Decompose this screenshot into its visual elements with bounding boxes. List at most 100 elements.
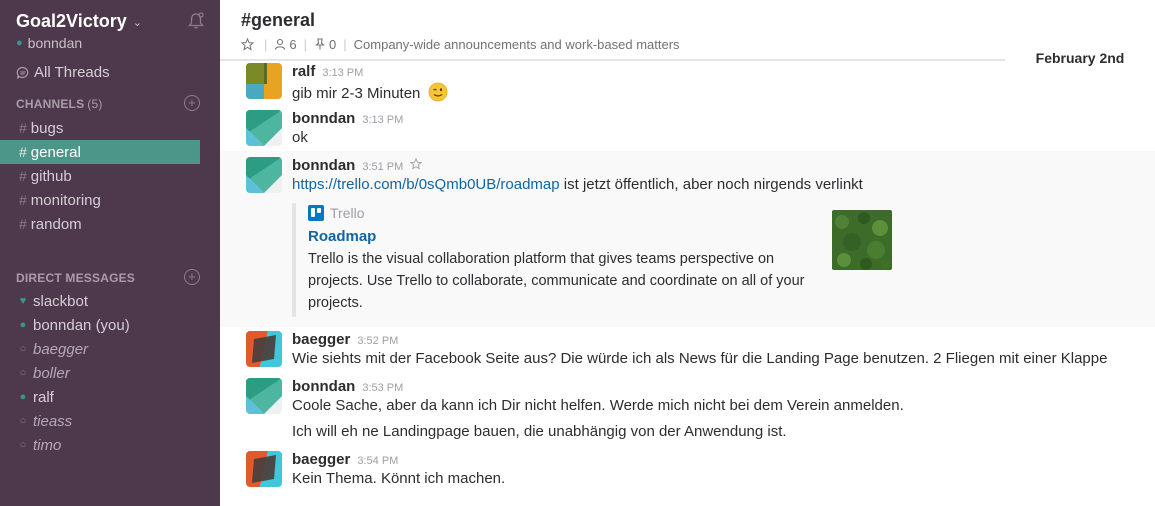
channels-count: (5) [87,97,103,111]
message-timestamp[interactable]: 3:13 PM [362,114,403,126]
avatar-ralf[interactable] [246,63,282,99]
message: ralf 3:13 PM gib mir 2-3 Minuten [220,61,1155,108]
message-header: baegger 3:54 PM [292,451,398,468]
presence-away-icon: ○ [19,415,27,427]
sidebar-item-monitoring[interactable]: # monitoring [0,188,200,212]
message-author[interactable]: baegger [292,451,350,468]
sidebar-item-github[interactable]: # github [0,164,200,188]
message-continuation: Ich will eh ne Landingpage bauen, die un… [220,421,1155,447]
team-name: Goal2Victory [16,10,127,31]
dm-heading-label: DIRECT MESSAGES [16,271,136,285]
sidebar-item-ralf[interactable]: ● ralf [0,385,200,409]
member-icon [275,38,286,50]
divider: | [343,36,347,52]
message-timestamp[interactable]: 3:52 PM [357,335,398,347]
sidebar: Goal2Victory ⌄ ● bonndan All Threads CHA… [0,0,220,506]
channel-title[interactable]: #general [241,10,315,31]
dm-list: ♥ slackbot ● bonndan (you) ○ baegger ○ b… [0,289,200,457]
direct-messages-heading[interactable]: DIRECT MESSAGES + [16,269,200,287]
divider: | [303,36,308,52]
hash-icon: # [19,192,27,208]
message-author[interactable]: bonndan [292,378,355,395]
chevron-down-icon: ⌄ [132,17,142,29]
sidebar-item-general[interactable]: # general [0,140,200,164]
message-text: Wie siehts mit der Facebook Seite aus? D… [292,350,1108,367]
attachment-description: Trello is the visual collaboration platf… [308,251,805,311]
presence-online-icon: ● [16,37,23,49]
message-text: gib mir 2-3 Minuten [292,82,448,102]
pinned-count: 0 [329,36,337,52]
pinned-count-button[interactable]: 0 [314,37,336,52]
attachment-service: Trello [330,205,365,221]
avatar-bonndan[interactable] [246,157,282,193]
sidebar-item-timo[interactable]: ○ timo [0,433,200,457]
sidebar-item-bonndan[interactable]: ● bonndan (you) [0,313,200,337]
all-threads-label: All Threads [34,64,110,81]
add-dm-icon[interactable]: + [184,269,200,285]
message-author[interactable]: ralf [292,63,315,80]
star-icon[interactable] [241,37,254,51]
heart-icon: ♥ [19,295,27,307]
member-count-button[interactable]: 6 [274,36,297,52]
avatar-bonndan[interactable] [246,378,282,414]
message-hovered: bonndan 3:51 PM https://trello.com/b/0sQ… [220,151,1155,327]
dm-label: slackbot [33,292,89,310]
hash-icon: # [19,144,27,160]
channel-label: bugs [30,119,64,137]
message-text: https://trello.com/b/0sQmb0UB/roadmap is… [292,176,863,193]
threads-icon [16,66,29,79]
notification-bell-icon[interactable] [186,11,206,31]
message-text: Ich will eh ne Landingpage bauen, die un… [292,423,787,440]
message-text: Kein Thema. Könnt ich machen. [292,470,506,487]
team-menu[interactable]: Goal2Victory ⌄ [16,8,206,34]
sidebar-item-boller[interactable]: ○ boller [0,361,200,385]
add-channel-icon[interactable]: + [184,95,200,111]
message-timestamp[interactable]: 3:51 PM [362,161,403,173]
star-message-icon[interactable] [410,158,423,170]
message-author[interactable]: bonndan [292,110,355,127]
message: baegger 3:54 PM Kein Thema. Könnt ich ma… [220,447,1155,497]
presence-away-icon: ○ [19,439,27,451]
trello-link[interactable]: https://trello.com/b/0sQmb0UB/roadmap [292,176,560,193]
presence-away-icon: ○ [19,343,27,355]
sidebar-item-baegger[interactable]: ○ baegger [0,337,200,361]
sidebar-item-bugs[interactable]: # bugs [0,116,200,140]
channels-heading[interactable]: CHANNELS (5) + [16,95,200,113]
message: bonndan 3:53 PM Coole Sache, aber da kan… [220,374,1155,421]
current-user-name: bonndan [27,35,83,51]
trello-logo-icon [308,205,324,221]
message-author[interactable]: baegger [292,331,350,348]
sidebar-item-random[interactable]: # random [0,212,200,236]
attachment-title[interactable]: Roadmap [308,228,376,245]
dm-label: tieass [33,412,73,430]
attachment-thumbnail[interactable] [832,210,892,270]
attachment-source: Trello [308,205,365,221]
message-author[interactable]: bonndan [292,157,355,174]
avatar-baegger[interactable] [246,331,282,367]
pin-icon [315,38,325,50]
channel-label: general [30,143,81,161]
message-header: bonndan 3:53 PM [292,378,403,395]
avatar-bonndan[interactable] [246,110,282,146]
member-count: 6 [289,36,297,52]
avatar-baegger[interactable] [246,451,282,487]
channel-label: random [30,215,82,233]
link-unfurl-attachment: Trello Roadmap Trello is the visual coll… [292,203,896,317]
message-timestamp[interactable]: 3:54 PM [357,455,398,467]
current-user[interactable]: ● bonndan [16,35,82,51]
sidebar-item-slackbot[interactable]: ♥ slackbot [0,289,200,313]
message-timestamp[interactable]: 3:13 PM [322,67,363,79]
sidebar-item-tieass[interactable]: ○ tieass [0,409,200,433]
dm-label: boller [33,364,70,382]
dm-label: ralf [33,388,54,406]
dm-label: bonndan (you) [33,316,130,334]
wink-emoji-icon [428,82,447,102]
message-header: baegger 3:52 PM [292,331,398,348]
hash-icon: # [19,216,27,232]
dm-label: baegger [33,340,89,358]
message-timestamp[interactable]: 3:53 PM [362,382,403,394]
channel-label: monitoring [30,191,101,209]
message-header: ralf 3:13 PM [292,63,363,80]
all-threads-link[interactable]: All Threads [16,64,110,81]
message-text: ok [292,129,308,146]
